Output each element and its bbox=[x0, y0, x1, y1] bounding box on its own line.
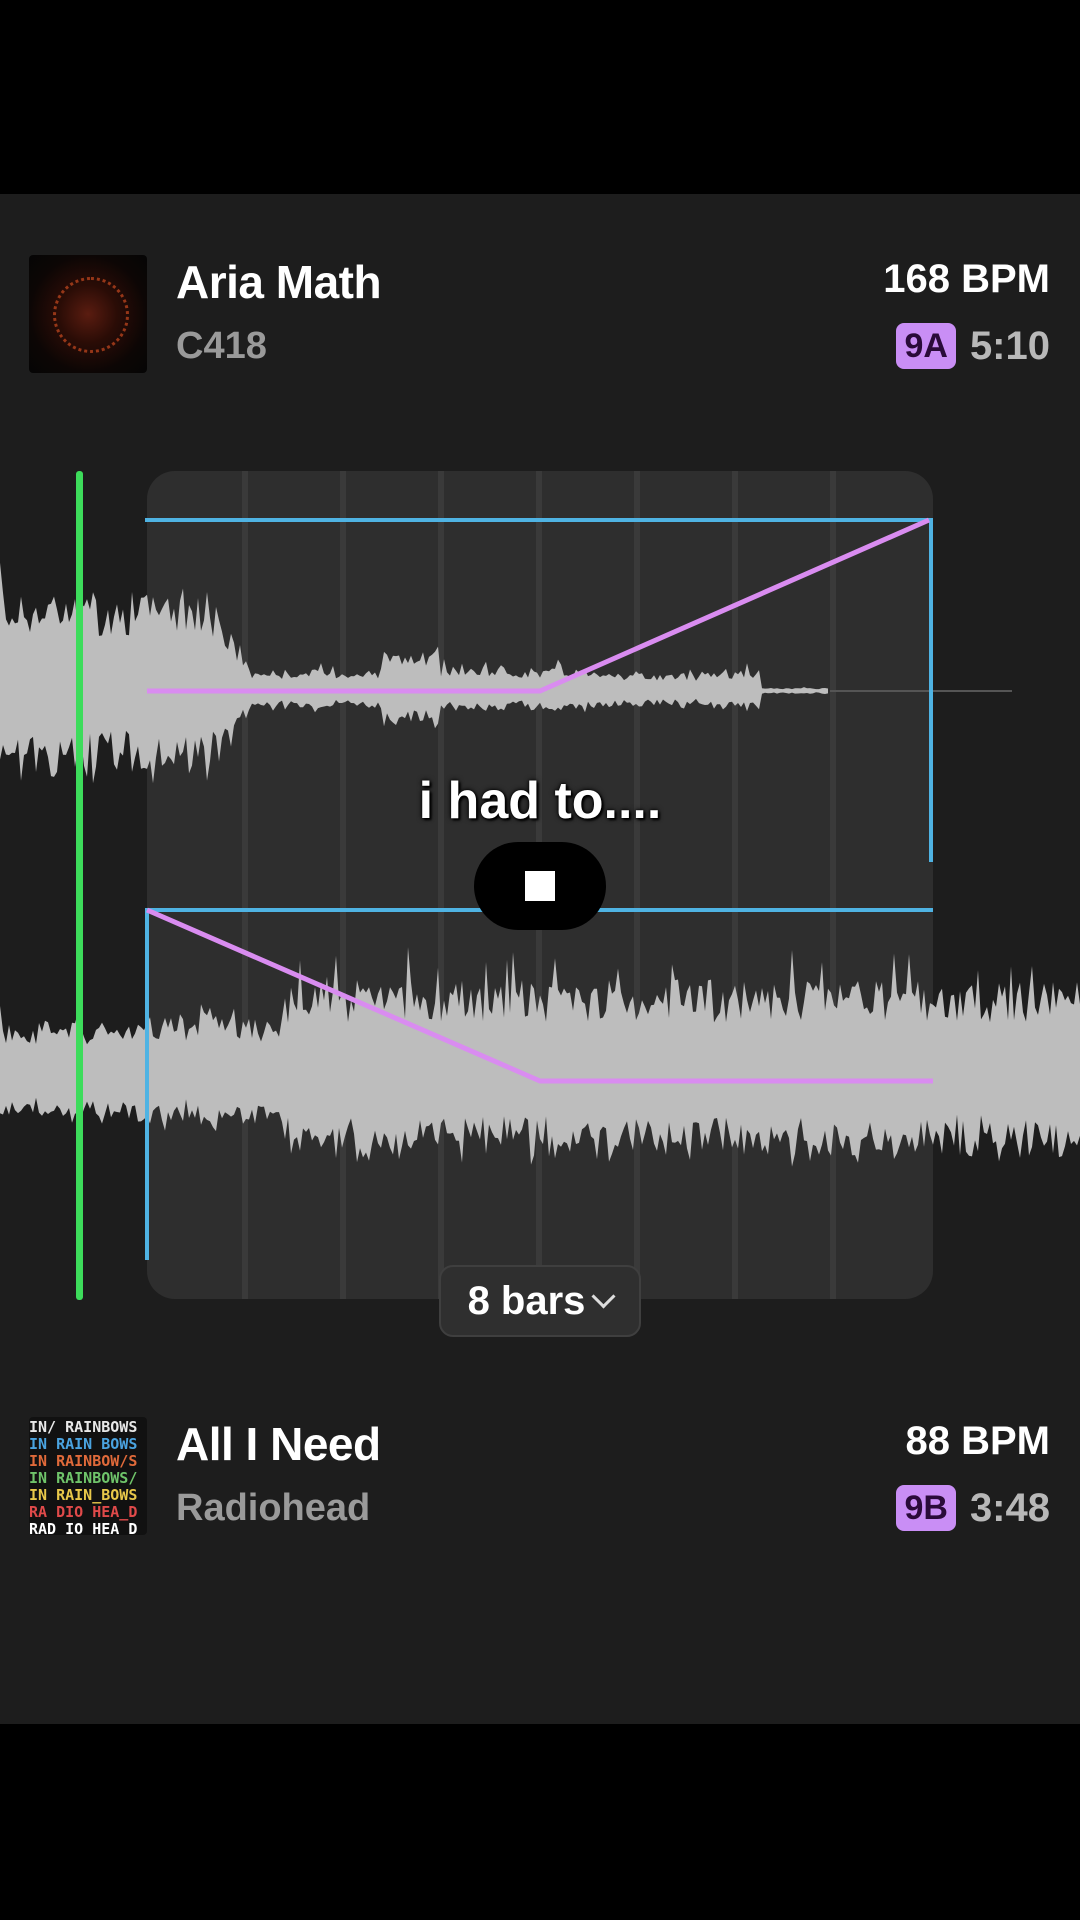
stop-icon bbox=[525, 871, 555, 901]
track-b-key-badge: 9B bbox=[896, 1485, 956, 1531]
track-b-title: All I Need bbox=[176, 1418, 381, 1470]
track-b-bpm: 88 BPM bbox=[905, 1419, 1051, 1463]
waveform-overlay bbox=[0, 471, 1080, 1300]
album-art-text-line: RA DIO HEA_D bbox=[29, 1503, 138, 1521]
album-art-text-line: IN/ RAINBOWS bbox=[29, 1418, 138, 1436]
album-art-text-line: IN RAIN BOWS bbox=[29, 1435, 138, 1453]
transition-length-label: 8 bars bbox=[467, 1278, 586, 1323]
album-art-text-line: IN RAINBOW/S bbox=[29, 1452, 138, 1470]
album-art-text-line: IN RAINBOWS/ bbox=[29, 1469, 138, 1487]
album-art-text-line: RAD IO HEA D bbox=[29, 1520, 138, 1536]
track-b-meta: 9B 3:48 bbox=[896, 1485, 1050, 1531]
track-a-waveform[interactable] bbox=[0, 562, 828, 784]
track-b-artist: Radiohead bbox=[176, 1487, 371, 1529]
playhead[interactable] bbox=[76, 471, 83, 1300]
chevron-down-icon bbox=[591, 1283, 616, 1309]
track-b-album-art: IN/ RAINBOWS IN RAIN BOWS IN RAINBOW/S IN R… bbox=[29, 1417, 147, 1535]
transition-length-dropdown[interactable]: 8 bars bbox=[439, 1265, 641, 1337]
track-b-duration: 3:48 bbox=[969, 1485, 1050, 1530]
track-b-header[interactable]: IN/ RAINBOWS IN RAIN BOWS IN RAINBOW/S IN R… bbox=[0, 1417, 1080, 1537]
stop-button[interactable] bbox=[474, 842, 606, 930]
video-caption: i had to.... bbox=[418, 772, 662, 830]
album-art-text-line: IN RAIN_BOWS bbox=[29, 1486, 138, 1504]
